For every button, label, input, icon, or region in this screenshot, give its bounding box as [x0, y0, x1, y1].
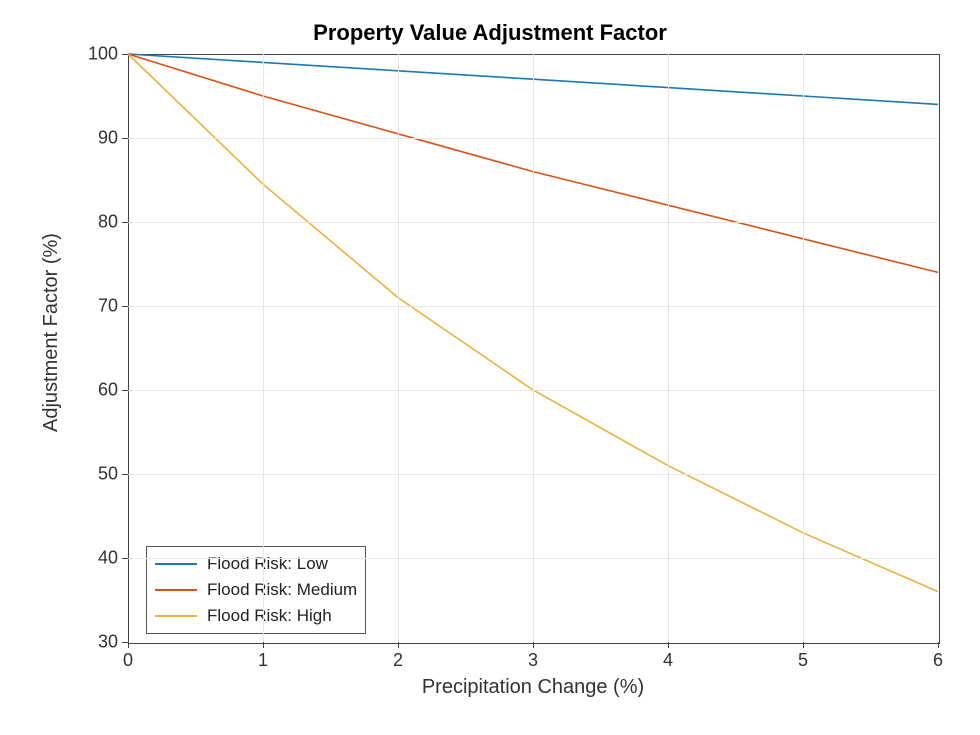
x-tick — [803, 642, 804, 648]
grid-line-vertical — [803, 54, 804, 642]
y-tick-label: 50 — [82, 464, 118, 485]
y-tick-label: 80 — [82, 212, 118, 233]
x-tick-label: 5 — [798, 650, 808, 671]
y-tick-label: 70 — [82, 296, 118, 317]
y-tick — [122, 54, 128, 55]
grid-line-vertical — [668, 54, 669, 642]
legend-label: Flood Risk: High — [207, 606, 332, 626]
legend-swatch — [155, 589, 197, 591]
y-tick — [122, 642, 128, 643]
x-tick — [398, 642, 399, 648]
y-tick — [122, 558, 128, 559]
y-tick-label: 90 — [82, 128, 118, 149]
y-tick-label: 30 — [82, 632, 118, 653]
y-axis-label: Adjustment Factor (%) — [40, 233, 63, 432]
y-tick — [122, 390, 128, 391]
x-tick-label: 2 — [393, 650, 403, 671]
x-tick-label: 6 — [933, 650, 943, 671]
y-tick — [122, 222, 128, 223]
y-tick — [122, 306, 128, 307]
grid-line-horizontal — [128, 390, 938, 391]
legend-label: Flood Risk: Low — [207, 554, 328, 574]
legend-swatch — [155, 615, 197, 617]
legend-label: Flood Risk: Medium — [207, 580, 357, 600]
chart-container: Property Value Adjustment Factor Precipi… — [0, 0, 980, 735]
x-tick — [938, 642, 939, 648]
y-tick-label: 40 — [82, 548, 118, 569]
x-tick-label: 3 — [528, 650, 538, 671]
legend-item: Flood Risk: Medium — [155, 577, 357, 603]
x-axis-label: Precipitation Change (%) — [128, 676, 938, 699]
y-tick — [122, 138, 128, 139]
x-tick-label: 0 — [123, 650, 133, 671]
grid-line-vertical — [263, 54, 264, 642]
legend-item: Flood Risk: High — [155, 603, 357, 629]
x-tick — [128, 642, 129, 648]
grid-line-vertical — [533, 54, 534, 642]
legend-item: Flood Risk: Low — [155, 551, 357, 577]
y-tick — [122, 474, 128, 475]
x-tick — [668, 642, 669, 648]
grid-line-horizontal — [128, 306, 938, 307]
x-tick-label: 4 — [663, 650, 673, 671]
grid-line-vertical — [398, 54, 399, 642]
x-tick — [533, 642, 534, 648]
y-tick-label: 60 — [82, 380, 118, 401]
y-tick-label: 100 — [82, 44, 118, 65]
grid-line-horizontal — [128, 558, 938, 559]
grid-line-horizontal — [128, 474, 938, 475]
grid-line-horizontal — [128, 222, 938, 223]
x-tick-label: 1 — [258, 650, 268, 671]
legend-swatch — [155, 563, 197, 565]
legend: Flood Risk: Low Flood Risk: Medium Flood R… — [146, 546, 366, 634]
x-tick — [263, 642, 264, 648]
grid-line-horizontal — [128, 138, 938, 139]
